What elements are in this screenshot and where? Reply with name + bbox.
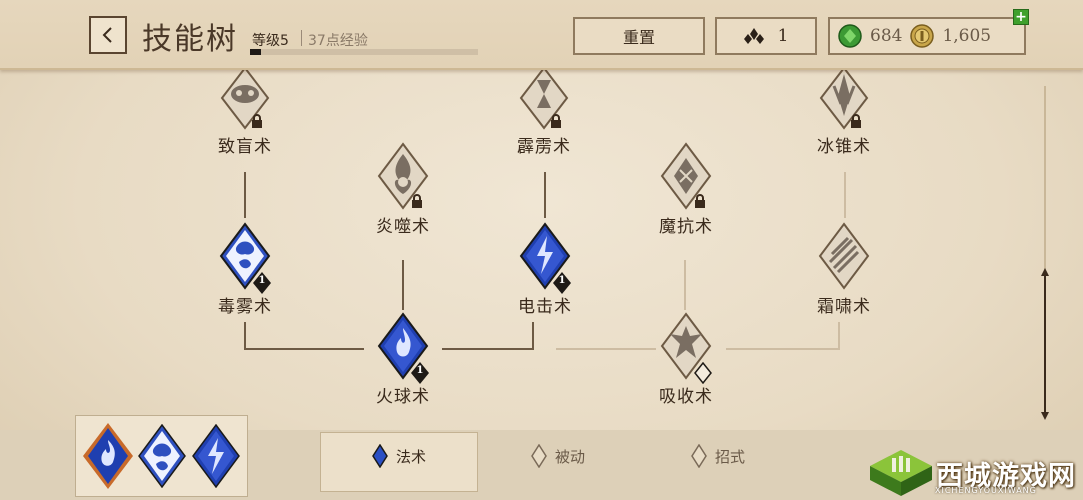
coin-count: 1,605 xyxy=(942,26,992,46)
reset-button[interactable]: 重置 xyxy=(573,17,705,55)
passive-diamond-icon xyxy=(531,444,547,468)
lock-icon xyxy=(412,194,422,208)
add-currency-button[interactable]: + xyxy=(1013,9,1029,25)
back-button[interactable] xyxy=(89,16,127,54)
chevron-left-icon xyxy=(102,27,112,43)
xp-progress-fill xyxy=(250,49,262,55)
connector-line xyxy=(684,260,686,310)
skill-point-icon xyxy=(743,28,764,44)
xp-progress-bar xyxy=(250,49,478,55)
skill-fire-devour[interactable]: 炎噬术 xyxy=(343,142,463,237)
skill-label: 魔抗术 xyxy=(659,217,713,237)
currency-panel[interactable]: 684 1,605 xyxy=(828,17,1026,55)
skill-fireball[interactable]: 1 火球术 xyxy=(343,312,463,407)
connector-line xyxy=(244,172,246,218)
skill-label: 冰锥术 xyxy=(817,137,871,157)
tab-spells-label: 法术 xyxy=(396,447,427,466)
connector-line xyxy=(402,260,404,310)
connector-line xyxy=(838,322,840,350)
skill-poison-fog[interactable]: 1 毒雾术 xyxy=(185,222,305,317)
gem-count: 684 xyxy=(870,26,903,46)
tab-moves[interactable]: 招式 xyxy=(691,432,745,480)
tab-spells[interactable]: 法术 xyxy=(372,432,426,480)
rank-value: 1 xyxy=(258,275,266,286)
equipped-poison-fog-icon[interactable] xyxy=(138,424,186,488)
gold-coin-icon xyxy=(910,24,935,48)
connector-line xyxy=(244,322,246,350)
page-title: 技能树 xyxy=(142,22,238,57)
connector-line xyxy=(532,322,534,350)
spell-diamond-icon xyxy=(372,444,388,468)
tab-passive-label: 被动 xyxy=(555,447,586,466)
skill-label: 毒雾术 xyxy=(218,297,272,317)
lock-icon xyxy=(252,114,262,128)
rank-value: 1 xyxy=(558,275,566,286)
divider xyxy=(301,30,302,46)
skill-ice-cone[interactable]: 冰锥术 xyxy=(784,66,904,157)
tab-moves-label: 招式 xyxy=(715,447,746,466)
skill-frost-roar[interactable]: 霜啸术 xyxy=(784,222,904,317)
level-label: 等级5 xyxy=(252,33,289,49)
skill-label: 致盲术 xyxy=(218,137,272,157)
equipped-skills-panel xyxy=(75,415,248,497)
skill-label: 炎噬术 xyxy=(376,217,430,237)
equipped-lightning-icon[interactable] xyxy=(192,424,240,488)
connector-line xyxy=(544,172,546,218)
equipped-fireball-icon[interactable] xyxy=(82,422,134,490)
tab-passive[interactable]: 被动 xyxy=(531,432,585,480)
skill-absorb[interactable]: 吸收术 xyxy=(626,312,746,407)
rank-value: 1 xyxy=(416,365,424,376)
skill-magic-resist[interactable]: 魔抗术 xyxy=(626,142,746,237)
skill-blind[interactable]: 致盲术 xyxy=(185,66,305,157)
skill-points-counter: 1 xyxy=(715,17,817,55)
skill-label: 火球术 xyxy=(376,387,430,407)
frost-icon xyxy=(818,222,870,290)
empty-rank-icon xyxy=(694,362,712,384)
skill-thunder[interactable]: 霹雳术 xyxy=(484,66,604,157)
skill-points-value: 1 xyxy=(777,26,789,46)
watermark-subtitle: XICHENGYOUXIWANG xyxy=(935,486,1037,495)
skill-label: 电击术 xyxy=(518,297,572,317)
scrollbar-thumb[interactable] xyxy=(1041,268,1049,420)
skill-shock[interactable]: 1 电击术 xyxy=(485,222,605,317)
watermark-logo-icon xyxy=(870,450,932,496)
skill-label: 吸收术 xyxy=(659,387,713,407)
xp-label: 37点经验 xyxy=(308,33,368,49)
moves-diamond-icon xyxy=(691,444,707,468)
green-gem-icon xyxy=(838,24,862,48)
lock-icon xyxy=(851,114,861,128)
lock-icon xyxy=(695,194,705,208)
lock-icon xyxy=(551,114,561,128)
connector-line xyxy=(844,172,846,218)
skill-label: 霹雳术 xyxy=(517,137,571,157)
skill-label: 霜啸术 xyxy=(817,297,871,317)
